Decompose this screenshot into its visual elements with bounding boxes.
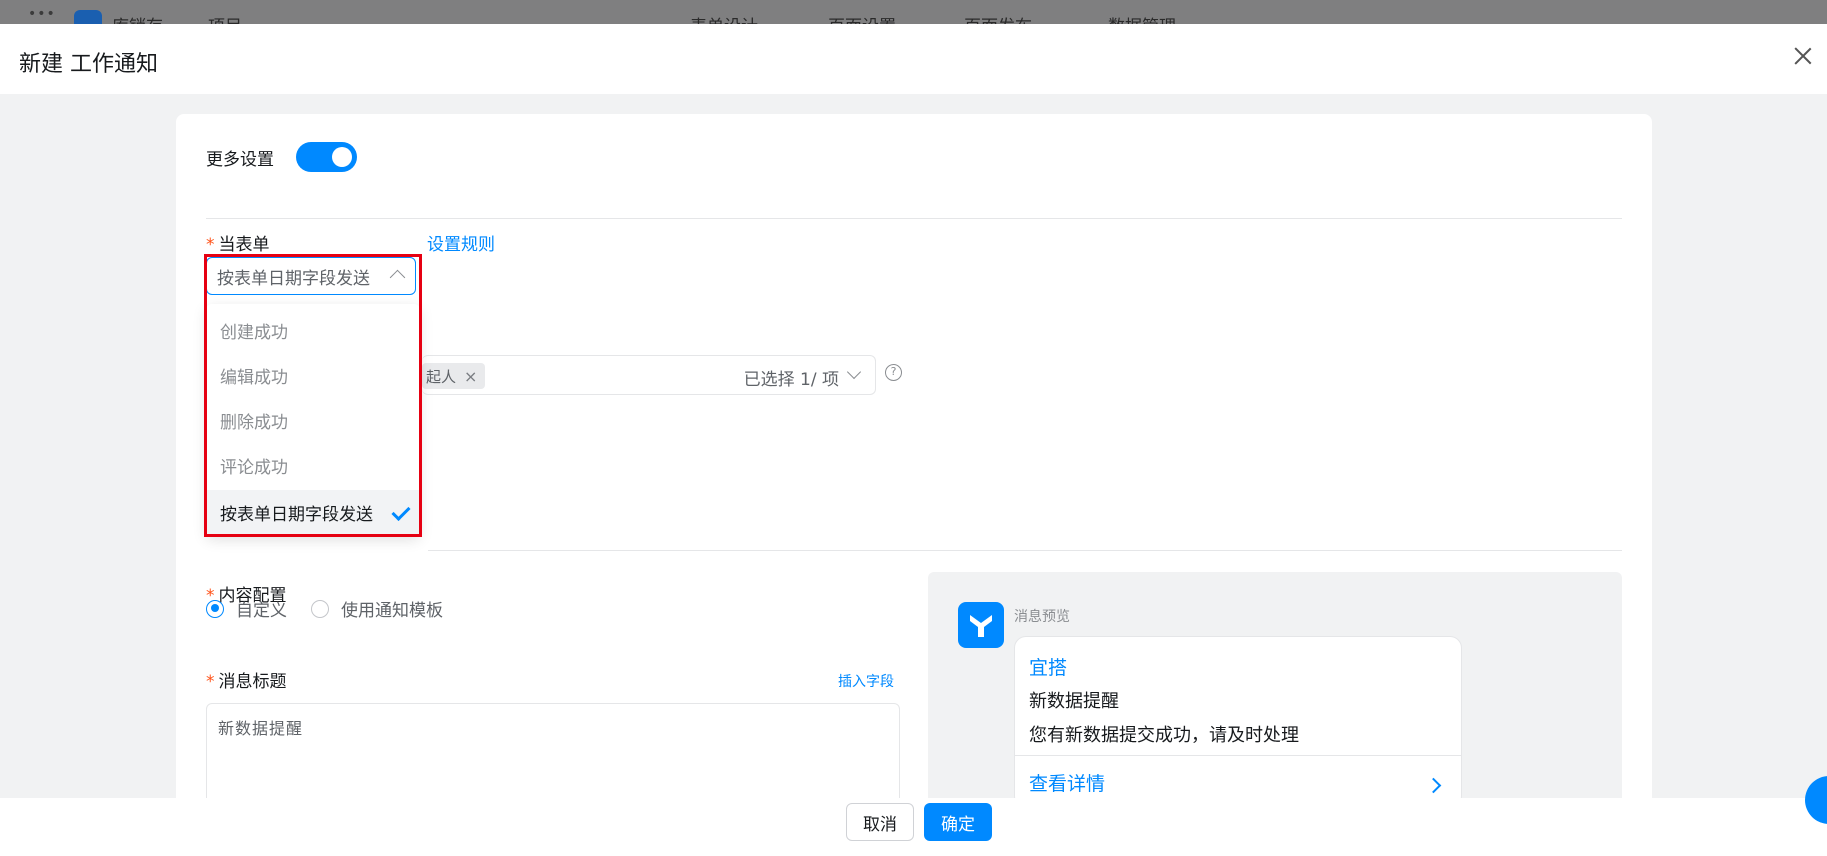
chevron-up-icon: [389, 269, 406, 286]
message-body: 您有新数据提交成功，请及时处理: [1029, 725, 1299, 746]
message-card: 宜搭 新数据提醒 您有新数据提交成功，请及时处理 查看详情: [1014, 636, 1462, 808]
option-comment-success[interactable]: 评论成功: [206, 443, 420, 488]
check-icon: [391, 501, 411, 522]
more-settings-row: 更多设置: [206, 142, 357, 172]
recipient-select[interactable]: 起人 × 已选择 1/ 项: [422, 355, 876, 395]
option-date-field-send[interactable]: 按表单日期字段发送: [206, 490, 420, 535]
divider: [206, 218, 1622, 219]
confirm-button[interactable]: 确定: [924, 803, 992, 841]
modal-header: 新建 工作通知: [0, 24, 1827, 94]
selected-count: 已选择 1/ 项: [743, 370, 839, 390]
chevron-down-icon: [846, 364, 862, 380]
option-create-success[interactable]: 创建成功: [206, 308, 420, 353]
settings-card: 更多设置 * 当表单 设置规则 起人 × 已选择 1/ 项 ? 按表单日期字段发送…: [176, 114, 1652, 834]
trigger-select-value: 按表单日期字段发送: [217, 268, 370, 289]
recipient-tag-label: 起人: [426, 367, 457, 386]
message-title: 新数据提醒: [1029, 691, 1119, 712]
radio-template-label[interactable]: 使用通知模板: [341, 596, 443, 621]
required-mark: *: [206, 672, 215, 692]
more-settings-label: 更多设置: [206, 149, 274, 170]
content-config-radios: 自定义 使用通知模板: [206, 596, 467, 621]
view-details-link[interactable]: 查看详情: [1029, 769, 1105, 796]
set-rule-link[interactable]: 设置规则: [427, 230, 495, 255]
more-settings-toggle[interactable]: [296, 142, 357, 172]
radio-custom-label[interactable]: 自定义: [236, 596, 287, 621]
option-label: 评论成功: [220, 458, 288, 478]
trigger-label: 当表单: [218, 235, 270, 255]
preview-label: 消息预览: [1014, 609, 1070, 625]
trigger-label-row: * 当表单: [206, 230, 270, 255]
yida-logo-glyph: [970, 615, 992, 637]
toggle-knob: [332, 147, 352, 167]
background-app-bar: ••• 库销存 项目 表单设计 页面设置 页面发布 数据管理: [0, 0, 1827, 26]
trigger-dropdown: 创建成功 编辑成功 删除成功 评论成功 按表单日期字段发送: [206, 304, 420, 536]
trigger-select[interactable]: 按表单日期字段发送: [206, 257, 416, 295]
message-divider: [1015, 755, 1461, 756]
message-app-name: 宜搭: [1029, 657, 1068, 679]
option-label: 删除成功: [220, 413, 288, 433]
radio-custom[interactable]: [206, 599, 224, 618]
option-label: 创建成功: [220, 323, 288, 343]
yida-logo-icon: [958, 602, 1004, 648]
apps-menu-icon: •••: [28, 6, 56, 22]
divider: [428, 550, 1622, 551]
option-label: 按表单日期字段发送: [220, 505, 373, 525]
message-preview-panel: 消息预览 宜搭 新数据提醒 您有新数据提交成功，请及时处理 查看详情: [928, 572, 1622, 834]
insert-field-link[interactable]: 插入字段: [838, 671, 894, 691]
modal-title: 新建 工作通知: [19, 52, 158, 77]
new-notification-modal: 新建 工作通知 更多设置 * 当表单 设置规则 起人 × 已选择 1/ 项 ? 按…: [0, 24, 1827, 856]
message-title-label-row: * 消息标题: [206, 667, 287, 692]
remove-tag-icon[interactable]: ×: [464, 367, 477, 386]
chevron-right-icon[interactable]: [1425, 777, 1442, 794]
required-mark: *: [206, 235, 215, 255]
footer-bar: 取消 确定: [0, 798, 1827, 856]
close-icon[interactable]: [1793, 46, 1813, 66]
option-label: 编辑成功: [220, 368, 288, 388]
option-edit-success[interactable]: 编辑成功: [206, 353, 420, 398]
recipient-tag: 起人 ×: [422, 363, 486, 389]
cancel-button[interactable]: 取消: [846, 803, 914, 841]
option-delete-success[interactable]: 删除成功: [206, 398, 420, 443]
help-icon[interactable]: ?: [885, 364, 902, 381]
radio-template[interactable]: [311, 599, 329, 618]
message-title-label: 消息标题: [218, 672, 287, 692]
